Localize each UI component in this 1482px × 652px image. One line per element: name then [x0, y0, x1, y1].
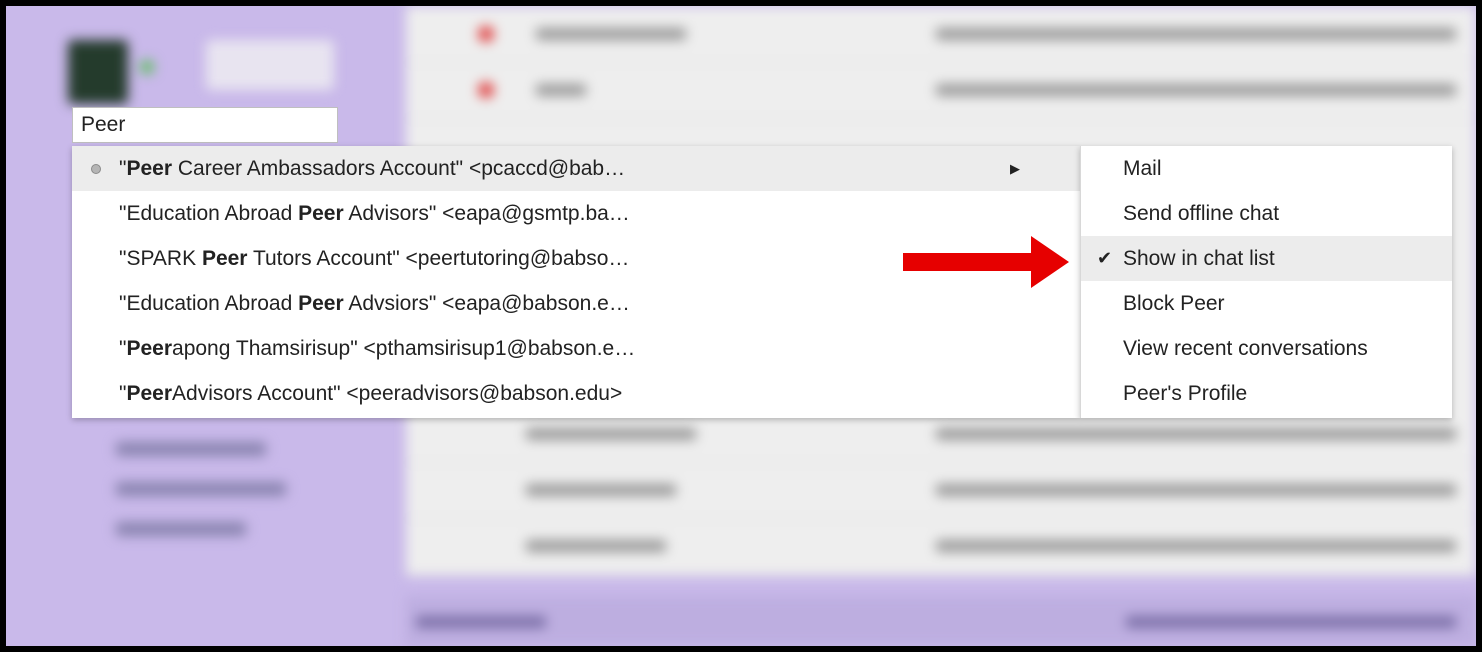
checkmark-icon: ✔: [1097, 248, 1113, 268]
chat-contact: [116, 482, 286, 496]
red-arrow-icon: [903, 236, 1069, 288]
mail-row: [406, 62, 1476, 119]
status-dot-icon: [91, 164, 101, 174]
chat-search-input[interactable]: [72, 107, 338, 143]
mail-row: [406, 462, 1476, 519]
suggestion-item[interactable]: "PeerAdvisors Account" <peeradvisors@bab…: [72, 371, 1080, 416]
menu-item-block[interactable]: Block Peer: [1081, 281, 1452, 326]
chat-controls: [206, 40, 334, 90]
menu-item-profile[interactable]: Peer's Profile: [1081, 371, 1452, 416]
menu-item-show-in-chat-list[interactable]: ✔ Show in chat list: [1081, 236, 1452, 281]
menu-item-mail[interactable]: Mail: [1081, 146, 1452, 191]
suggestion-item[interactable]: "Peer Career Ambassadors Account" <pcacc…: [72, 146, 1080, 191]
suggestion-item[interactable]: "Education Abroad Peer Advisors" <eapa@g…: [72, 191, 1080, 236]
mail-row: [406, 6, 1476, 63]
chat-contact: [116, 442, 266, 456]
menu-item-send-offline-chat[interactable]: Send offline chat: [1081, 191, 1452, 236]
chat-contact: [116, 522, 246, 536]
screenshot-frame: "Peer Career Ambassadors Account" <pcacc…: [6, 6, 1476, 646]
mail-footer: [406, 596, 1476, 646]
mail-row: [406, 518, 1476, 575]
suggestion-item[interactable]: "Peerapong Thamsirisup" <pthamsirisup1@b…: [72, 326, 1080, 371]
presence-indicator: [140, 60, 154, 74]
menu-item-view-recent-conversations[interactable]: View recent conversations: [1081, 326, 1452, 371]
triangle-right-icon[interactable]: ▶: [1010, 146, 1020, 191]
avatar: [68, 40, 128, 104]
contact-context-menu: Mail Send offline chat ✔ Show in chat li…: [1080, 146, 1452, 418]
